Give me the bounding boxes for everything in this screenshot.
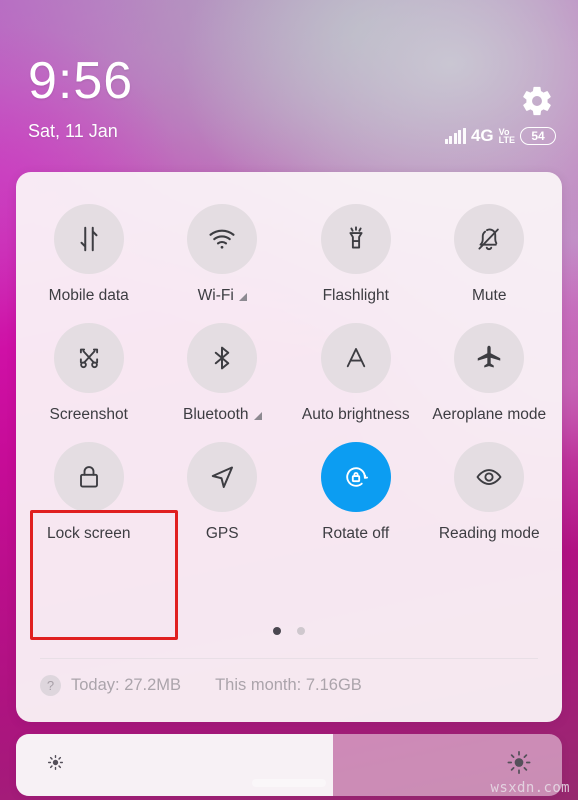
- rotation-lock-icon: [320, 442, 391, 512]
- clock-date: Sat, 11 Jan: [28, 121, 118, 141]
- bluetooth-icon: [187, 323, 258, 393]
- tile-label-text: Auto brightness: [301, 406, 410, 423]
- tile-bluetooth[interactable]: Bluetooth: [156, 315, 290, 434]
- question-mark-icon[interactable]: ?: [40, 675, 61, 696]
- flashlight-icon: [320, 204, 391, 274]
- volte-icon: Vo LTE: [498, 128, 515, 145]
- tile-label-text: Bluetooth: [183, 406, 249, 423]
- gear-icon[interactable]: [520, 84, 554, 118]
- airplane-icon: [454, 323, 525, 393]
- lock-icon: [53, 442, 124, 512]
- tile-auto-brightness[interactable]: Auto brightness: [289, 315, 423, 434]
- tile-label: Rotate off: [322, 525, 389, 543]
- tile-label: Reading mode: [439, 525, 540, 543]
- network-type-label: 4G: [470, 126, 494, 145]
- quick-settings-panel: Mobile data Wi-Fi Flashlight Mute Screen…: [16, 172, 562, 722]
- wifi-icon: [187, 204, 258, 274]
- mobile-data-icon: [53, 204, 124, 274]
- tile-label: Lock screen: [47, 525, 131, 543]
- status-bar-icons: 4G Vo LTE 54: [444, 126, 556, 146]
- tile-gps[interactable]: GPS: [156, 434, 290, 553]
- page-dot[interactable]: [297, 627, 305, 635]
- tile-label-text: Wi-Fi: [197, 287, 234, 304]
- tile-rotate-off[interactable]: Rotate off: [289, 434, 423, 553]
- tile-mute[interactable]: Mute: [423, 196, 557, 315]
- chevron-expand-icon[interactable]: [238, 293, 247, 301]
- tile-aeroplane-mode[interactable]: Aeroplane mode: [423, 315, 557, 434]
- sun-small-icon: [46, 753, 65, 777]
- data-usage-month: This month: 7.16GB: [215, 676, 362, 694]
- volte-bottom-label: LTE: [498, 135, 515, 145]
- page-indicator: [16, 627, 562, 635]
- tile-label-text: Mobile data: [48, 287, 129, 304]
- data-usage-today: Today: 27.2MB: [71, 676, 182, 694]
- tile-mobile-data[interactable]: Mobile data: [22, 196, 156, 315]
- tile-lock-screen[interactable]: Lock screen: [22, 434, 156, 553]
- tile-label: Flashlight: [323, 287, 389, 305]
- chevron-expand-icon[interactable]: [253, 412, 262, 420]
- tile-screenshot[interactable]: Screenshot: [22, 315, 156, 434]
- tile-label: GPS: [206, 525, 239, 543]
- tile-label-text: Lock screen: [46, 525, 131, 542]
- battery-badge: 54: [520, 127, 556, 145]
- tile-label-text: Screenshot: [49, 406, 128, 423]
- tile-label-text: Rotate off: [322, 525, 390, 542]
- tile-flashlight[interactable]: Flashlight: [289, 196, 423, 315]
- tile-label-text: Reading mode: [438, 525, 540, 542]
- tile-label: Bluetooth: [183, 406, 262, 424]
- data-usage-row[interactable]: ? Today: 27.2MB This month: 7.16GB: [40, 675, 362, 696]
- tile-label-text: Flashlight: [322, 287, 389, 304]
- tile-label: Mobile data: [49, 287, 129, 305]
- bell-muted-icon: [454, 204, 525, 274]
- screenshot-icon: [53, 323, 124, 393]
- tile-label: Wi-Fi: [198, 287, 247, 305]
- home-indicator[interactable]: [252, 779, 326, 787]
- tile-label-text: GPS: [205, 525, 239, 542]
- tile-label: Mute: [472, 287, 506, 305]
- tile-label-text: Mute: [472, 287, 507, 304]
- eye-icon: [454, 442, 525, 512]
- lockscreen-clock-block: 9:56 Sat, 11 Jan: [28, 55, 133, 142]
- panel-divider: [40, 658, 538, 659]
- signal-bars-icon: [444, 128, 466, 144]
- gps-arrow-icon: [187, 442, 258, 512]
- tile-label: Screenshot: [50, 406, 128, 424]
- watermark: wsxdn.com: [490, 780, 570, 796]
- tile-label: Aeroplane mode: [432, 406, 546, 424]
- tile-reading-mode[interactable]: Reading mode: [423, 434, 557, 553]
- sun-large-icon: [506, 750, 532, 781]
- tile-label: Auto brightness: [302, 406, 410, 424]
- quick-settings-grid: Mobile data Wi-Fi Flashlight Mute Screen…: [16, 172, 562, 553]
- page-dot-active[interactable]: [273, 627, 281, 635]
- clock-time: 9:56: [28, 52, 134, 110]
- tile-wifi[interactable]: Wi-Fi: [156, 196, 290, 315]
- auto-brightness-icon: [320, 323, 391, 393]
- tile-label-text: Aeroplane mode: [432, 406, 547, 423]
